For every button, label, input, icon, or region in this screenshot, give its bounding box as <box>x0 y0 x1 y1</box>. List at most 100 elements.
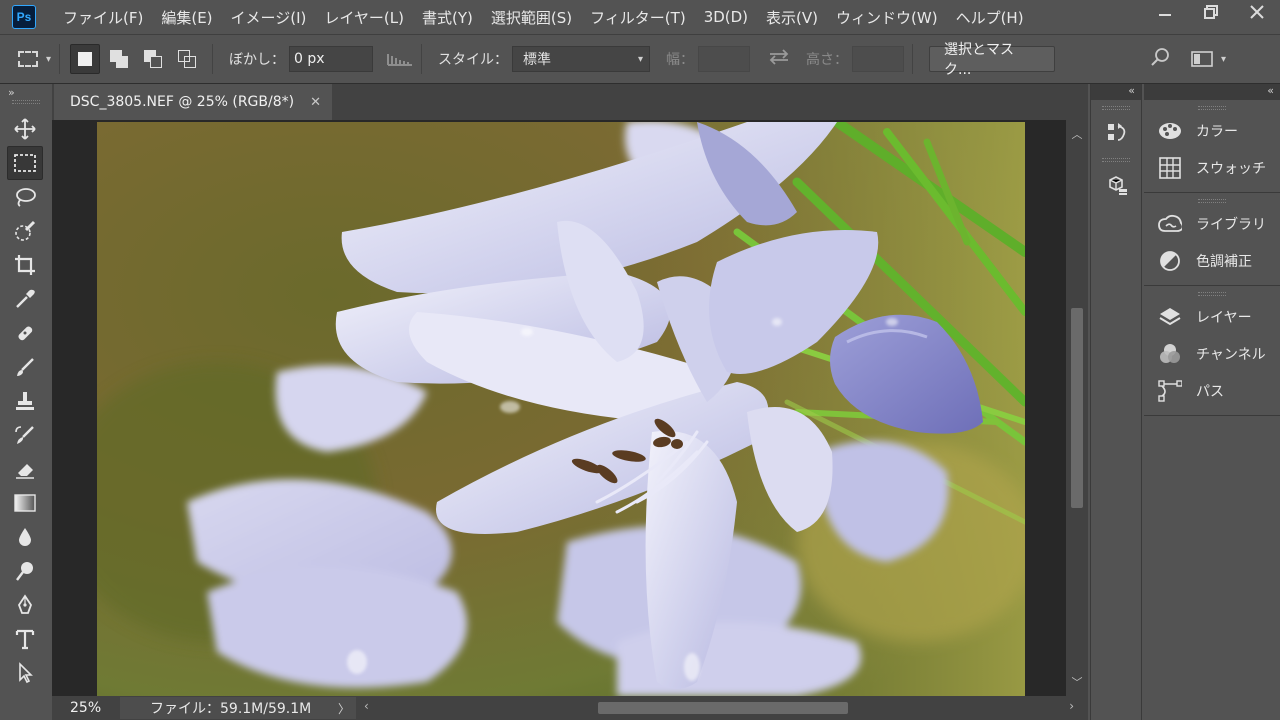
menu-type[interactable]: 書式(Y) <box>413 7 482 28</box>
style-select[interactable]: 標準 ▾ <box>512 46 651 72</box>
path-selection-tool[interactable] <box>7 656 43 690</box>
panel-grip[interactable] <box>1102 106 1130 110</box>
chevron-down-icon: ▾ <box>46 53 52 65</box>
scroll-up-icon[interactable]: ︿ <box>1066 126 1088 142</box>
swatches-grid-icon <box>1158 156 1182 179</box>
healing-brush-tool[interactable] <box>7 316 43 350</box>
gradient-tool[interactable] <box>7 486 43 520</box>
menu-filter[interactable]: フィルター(T) <box>581 7 695 28</box>
clone-stamp-tool[interactable] <box>7 384 43 418</box>
window-controls <box>1142 0 1280 24</box>
minimize-button[interactable] <box>1142 0 1188 24</box>
add-to-selection-button[interactable] <box>104 44 134 74</box>
rectangular-marquee-tool[interactable] <box>7 146 43 180</box>
workspace-icon <box>1191 51 1213 67</box>
toolbar-grip[interactable] <box>12 100 40 104</box>
panel-item-swatches[interactable]: スウォッチ <box>1144 149 1280 186</box>
tools-panel: » <box>0 84 52 720</box>
history-panel-button[interactable] <box>1091 114 1143 152</box>
history-brush-tool[interactable] <box>7 418 43 452</box>
panel-item-paths[interactable]: パス <box>1144 372 1280 409</box>
eraser-tool[interactable] <box>7 452 43 486</box>
chevron-right-icon[interactable]: 〉 <box>338 700 350 717</box>
height-label: 高さ： <box>806 52 849 68</box>
menu-window[interactable]: ウィンドウ(W) <box>827 7 947 28</box>
eyedropper-tool[interactable] <box>7 282 43 316</box>
close-icon[interactable]: ✕ <box>310 95 321 110</box>
subtract-from-selection-button[interactable] <box>138 44 168 74</box>
scroll-left-icon[interactable]: ‹ <box>364 699 369 713</box>
panel-item-libraries[interactable]: ライブラリ <box>1144 205 1280 242</box>
properties-panel-button[interactable] <box>1091 166 1143 204</box>
add-selection-icon <box>110 50 129 68</box>
brush-icon <box>17 358 34 376</box>
feather-input[interactable]: 0 px <box>289 46 374 72</box>
dodge-tool[interactable] <box>7 554 43 588</box>
tool-preset-picker[interactable]: ▾ <box>18 51 51 67</box>
pen-tool[interactable] <box>7 588 43 622</box>
document-tab[interactable]: DSC_3805.NEF @ 25% (RGB/8*) ✕ <box>54 84 332 120</box>
lasso-tool[interactable] <box>7 180 43 214</box>
collapse-dock-icon[interactable]: « <box>1144 84 1280 100</box>
width-label: 幅： <box>666 52 695 68</box>
rectangular-marquee-icon <box>14 154 36 172</box>
brush-tool[interactable] <box>7 350 43 384</box>
search-icon[interactable] <box>1151 47 1171 71</box>
panel-item-adjustments[interactable]: 色調補正 <box>1144 242 1280 279</box>
vertical-scrollbar[interactable]: ︿ ﹀ <box>1066 120 1088 696</box>
close-window-button[interactable] <box>1234 0 1280 24</box>
menu-select[interactable]: 選択範囲(S) <box>482 7 581 28</box>
menu-3d[interactable]: 3D(D) <box>695 8 757 26</box>
zoom-level-field[interactable]: 25% <box>60 698 120 718</box>
panel-item-label: 色調補正 <box>1196 253 1252 270</box>
quick-selection-tool[interactable] <box>7 214 43 248</box>
file-info-display[interactable]: ファイル：59.1M/59.1M 〉 <box>120 697 356 719</box>
crop-tool[interactable] <box>7 248 43 282</box>
panel-grip[interactable] <box>1102 158 1130 162</box>
panel-item-color[interactable]: カラー <box>1144 112 1280 149</box>
new-selection-button[interactable] <box>70 44 101 74</box>
panel-grip[interactable] <box>1198 199 1226 203</box>
panel-item-channels[interactable]: チャンネル <box>1144 335 1280 372</box>
menu-layer[interactable]: レイヤー(L) <box>315 7 413 28</box>
move-tool[interactable] <box>7 112 43 146</box>
width-input[interactable] <box>698 46 751 72</box>
creative-cloud-icon <box>1158 213 1182 235</box>
select-and-mask-button[interactable]: 選択とマスク... <box>929 42 1056 78</box>
separator <box>912 44 914 74</box>
menu-edit[interactable]: 編集(E) <box>152 7 221 28</box>
intersect-selection-button[interactable] <box>172 44 202 74</box>
separator <box>421 44 423 74</box>
restore-icon <box>1204 5 1218 19</box>
history-icon <box>1108 123 1126 141</box>
type-tool[interactable] <box>7 622 43 656</box>
3d-cube-icon <box>1109 176 1127 195</box>
feather-label: ぼかし： <box>229 52 286 68</box>
scroll-down-icon[interactable]: ﹀ <box>1066 674 1088 690</box>
anti-alias-icon <box>387 52 413 66</box>
rectangular-marquee-icon <box>18 51 38 67</box>
panel-item-layers[interactable]: レイヤー <box>1144 298 1280 335</box>
vertical-scroll-thumb[interactable] <box>1071 308 1083 508</box>
expand-toolbar-icon[interactable]: » <box>0 84 52 100</box>
canvas-area[interactable] <box>52 120 1066 696</box>
height-input[interactable] <box>852 46 905 72</box>
horizontal-scrollbar[interactable]: ‹ › <box>356 697 1088 719</box>
collapse-dock-icon[interactable]: « <box>1091 84 1141 100</box>
document-image[interactable] <box>97 122 1025 696</box>
panel-group-libraries: ライブラリ 色調補正 <box>1144 193 1280 286</box>
menu-help[interactable]: ヘルプ(H) <box>947 7 1033 28</box>
scroll-right-icon[interactable]: › <box>1069 699 1074 713</box>
blur-tool[interactable] <box>7 520 43 554</box>
swap-dimensions-icon[interactable] <box>768 49 790 69</box>
restore-button[interactable] <box>1188 0 1234 24</box>
menu-image[interactable]: イメージ(I) <box>222 7 316 28</box>
eyedropper-icon <box>16 289 35 308</box>
panel-grip[interactable] <box>1198 106 1226 110</box>
panel-grip[interactable] <box>1198 292 1226 296</box>
menu-file[interactable]: ファイル(F) <box>54 7 152 28</box>
workspace-switcher[interactable]: ▾ <box>1191 51 1226 67</box>
menu-view[interactable]: 表示(V) <box>757 7 827 28</box>
horizontal-scroll-thumb[interactable] <box>598 702 848 714</box>
pen-icon <box>17 594 33 614</box>
